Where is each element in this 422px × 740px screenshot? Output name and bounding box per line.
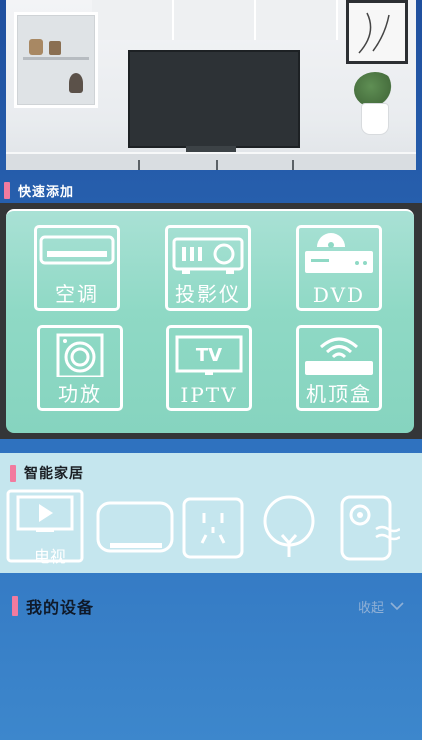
quick-add-section: 空调 投影仪 DVD 功放 TV IPTV 机顶盒 xyxy=(0,203,422,439)
humidifier-icon xyxy=(340,495,400,561)
smart-home-tv[interactable]: 电视 xyxy=(6,489,84,566)
iptv-icon: TV xyxy=(166,333,252,377)
smart-home-header: 智能家居 xyxy=(10,463,84,483)
wall-panel xyxy=(256,0,338,40)
wall-panel xyxy=(174,0,256,40)
quick-add-label: DVD xyxy=(312,283,366,307)
collapse-toggle[interactable]: 收起 xyxy=(358,597,404,616)
my-devices-header: 我的设备 xyxy=(12,594,94,618)
hero-banner-image xyxy=(6,0,416,170)
tv-cabinet xyxy=(6,152,416,170)
quick-add-label: 空调 xyxy=(55,282,99,306)
dvd-player-icon xyxy=(296,233,382,277)
quick-add-dvd[interactable]: DVD xyxy=(296,225,388,317)
smart-home-humidifier[interactable] xyxy=(340,495,400,561)
tv-picture xyxy=(128,50,300,148)
display-shelf xyxy=(14,12,98,108)
smart-home-tv-label: 电视 xyxy=(33,547,66,566)
plant-picture xyxy=(354,72,396,108)
smart-home-light[interactable] xyxy=(262,495,316,563)
smart-socket-icon xyxy=(182,497,244,559)
chevron-down-icon xyxy=(390,602,404,611)
iptv-icon-text: TV xyxy=(196,345,222,366)
collapse-label: 收起 xyxy=(357,601,384,616)
quick-add-header: 快速添加 xyxy=(4,181,74,200)
app-screen: 快速添加 空调 投影仪 DVD 功放 TV IPTV 机顶盒 智能家居 电视 我… xyxy=(0,0,422,740)
set-top-box-icon xyxy=(296,333,382,377)
quick-add-label: 投影仪 xyxy=(175,282,241,306)
quick-add-label: 功放 xyxy=(58,382,102,406)
quick-add-title: 快速添加 xyxy=(18,185,75,200)
my-devices-title: 我的设备 xyxy=(26,598,95,617)
section-accent-bar xyxy=(10,464,16,482)
quick-add-panel: 空调 投影仪 DVD 功放 TV IPTV 机顶盒 xyxy=(6,209,414,433)
section-accent-bar xyxy=(4,182,10,199)
smart-home-socket[interactable] xyxy=(182,497,244,559)
smart-home-title: 智能家居 xyxy=(24,466,84,482)
projector-icon xyxy=(165,233,251,277)
quick-add-set-top-box[interactable]: 机顶盒 xyxy=(296,325,388,417)
quick-add-amplifier[interactable]: 功放 xyxy=(37,325,129,417)
wall-panel xyxy=(92,0,174,40)
quick-add-air-conditioner[interactable]: 空调 xyxy=(34,225,126,317)
amplifier-speaker-icon xyxy=(37,333,123,377)
wall-picture xyxy=(346,0,408,64)
quick-add-iptv[interactable]: TV IPTV xyxy=(166,325,258,417)
quick-add-label: 机顶盒 xyxy=(306,382,372,406)
smart-home-air-conditioner[interactable] xyxy=(96,501,174,555)
air-conditioner-icon xyxy=(34,233,120,277)
section-accent-bar xyxy=(12,596,18,616)
quick-add-projector[interactable]: 投影仪 xyxy=(165,225,257,317)
air-conditioner-outline-icon xyxy=(96,501,174,553)
smart-home-section: 智能家居 电视 xyxy=(0,453,422,573)
light-bulb-icon xyxy=(263,495,315,557)
quick-add-label: IPTV xyxy=(180,383,238,407)
